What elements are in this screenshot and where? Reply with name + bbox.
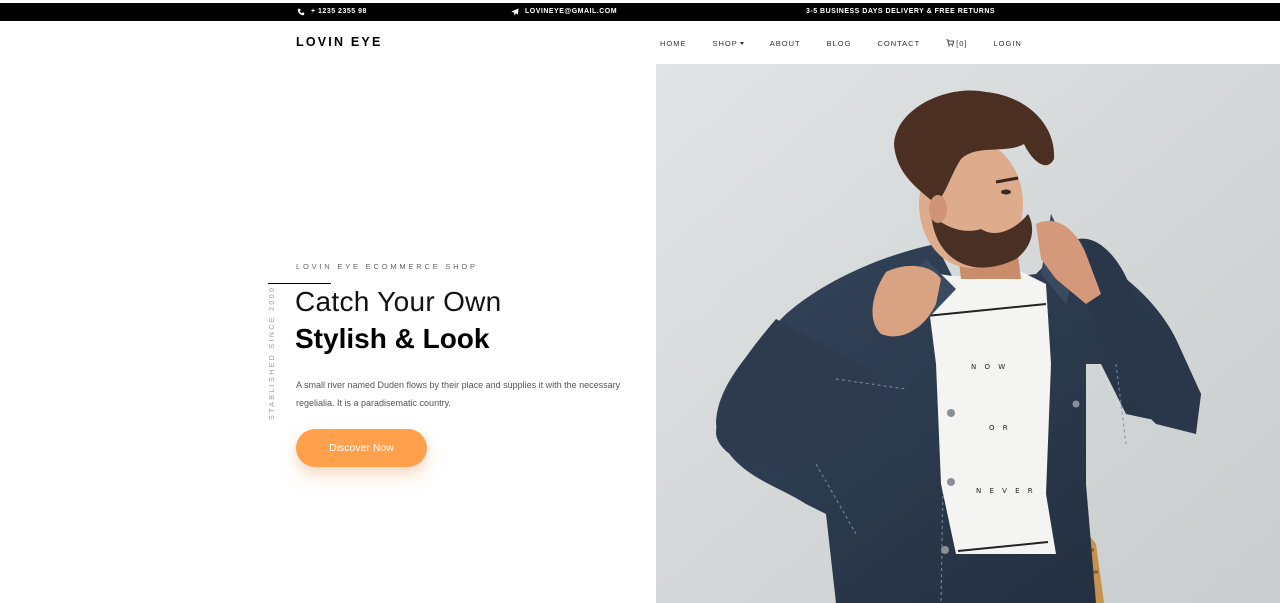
caret-down-icon bbox=[739, 41, 744, 45]
discover-now-button[interactable]: Discover Now bbox=[296, 429, 427, 467]
nav-contact[interactable]: CONTACT bbox=[877, 39, 920, 48]
shipping-text: 3-5 BUSINESS DAYS DELIVERY & FREE RETURN… bbox=[806, 8, 996, 15]
nav-cart[interactable]: [0] bbox=[946, 39, 967, 48]
cart-count: [0] bbox=[956, 38, 968, 48]
tshirt-print-now: N O W bbox=[971, 363, 1008, 371]
paper-plane-icon bbox=[511, 8, 519, 16]
tshirt-print-or: O R bbox=[989, 424, 1011, 432]
hero-description: A small river named Duden flows by their… bbox=[296, 380, 621, 408]
hero-subtitle: LOVIN EYE ECOMMERCE SHOP bbox=[296, 262, 478, 271]
email-text: LOVINEYE@GMAIL.COM bbox=[525, 8, 618, 15]
hero-title-bold: Stylish & Look bbox=[295, 323, 490, 354]
phone-text: + 1235 2355 98 bbox=[311, 8, 367, 15]
nav-shop[interactable]: SHOP bbox=[713, 39, 744, 48]
tshirt-print-never: N E V E R bbox=[976, 487, 1036, 495]
nav-blog[interactable]: BLOG bbox=[827, 39, 852, 48]
hero-image: N O W O R N E V E R bbox=[656, 64, 1280, 603]
established-vertical-text: STABLISHED SINCE 2000 bbox=[269, 285, 276, 420]
hero-title-light: Catch Your Own bbox=[295, 286, 502, 317]
topbar-phone[interactable]: + 1235 2355 98 bbox=[297, 3, 367, 21]
topbar-email[interactable]: LOVINEYE@GMAIL.COM bbox=[511, 3, 617, 21]
topbar-shipping: 3-5 BUSINESS DAYS DELIVERY & FREE RETURN… bbox=[806, 3, 995, 21]
hero-divider bbox=[268, 283, 331, 284]
top-bar: + 1235 2355 98 LOVINEYE@GMAIL.COM 3-5 BU… bbox=[0, 3, 1280, 21]
cart-icon bbox=[946, 39, 955, 47]
nav-about[interactable]: ABOUT bbox=[770, 39, 801, 48]
nav-login[interactable]: LOGIN bbox=[994, 39, 1022, 48]
phone-icon bbox=[297, 8, 305, 16]
nav-home[interactable]: HOME bbox=[660, 39, 687, 48]
logo[interactable]: LOVIN EYE bbox=[296, 35, 382, 49]
nav-shop-label: SHOP bbox=[712, 38, 738, 48]
main-nav: HOME SHOP ABOUT BLOG CONTACT [0] LOGIN bbox=[660, 38, 1022, 48]
model-photo: N O W O R N E V E R bbox=[656, 64, 1280, 603]
